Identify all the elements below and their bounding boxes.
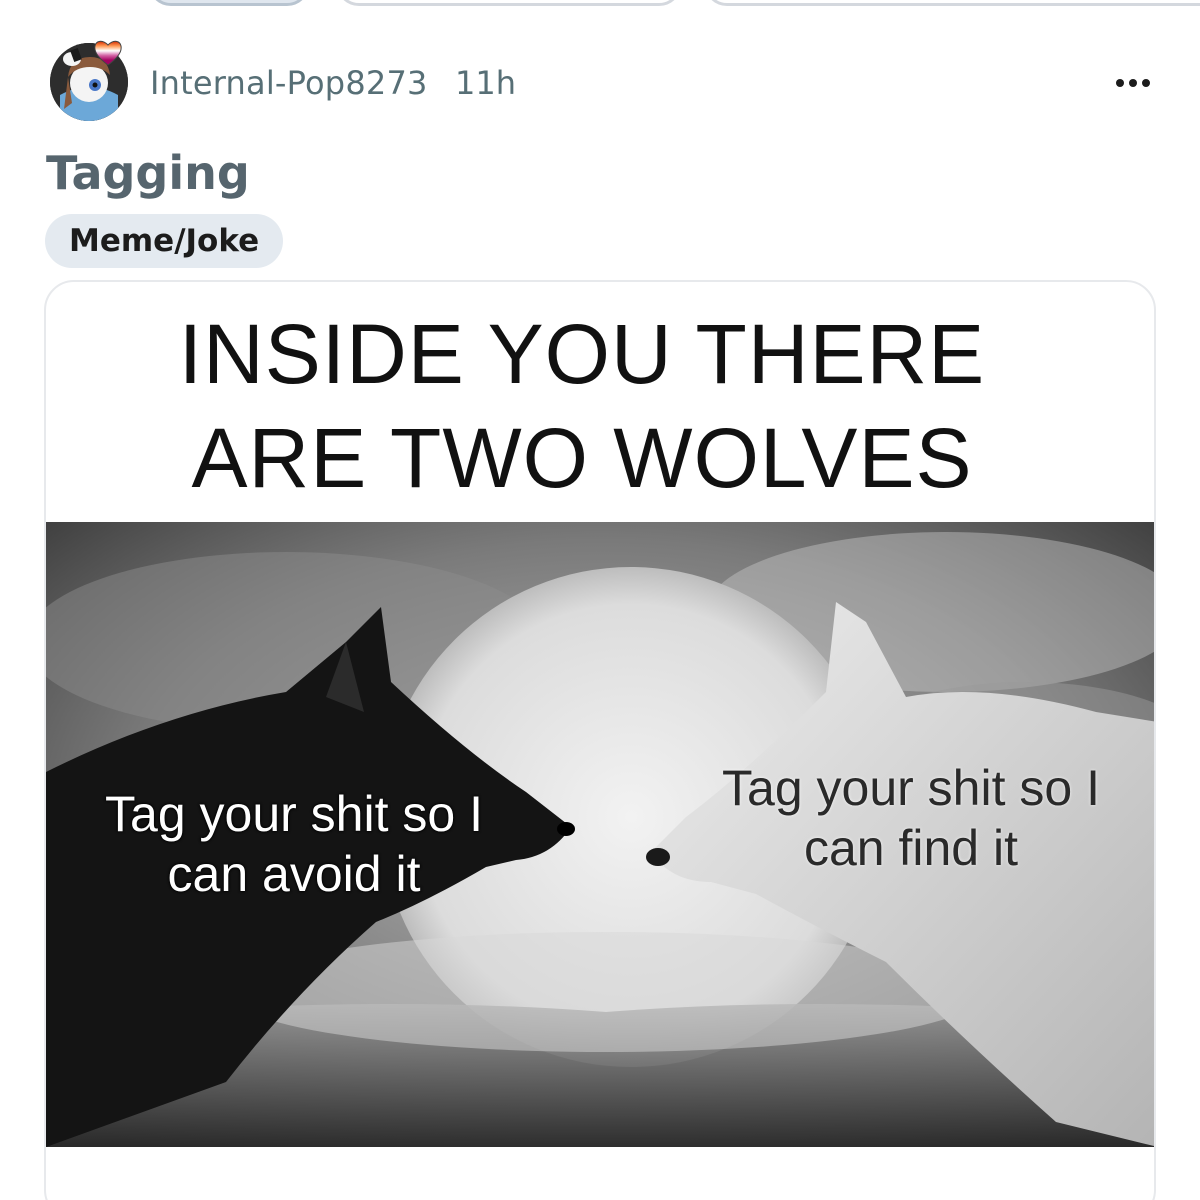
more-horizontal-icon [1116, 79, 1124, 87]
more-horizontal-icon [1142, 79, 1150, 87]
meme-caption-line: ARE TWO WOLVES [191, 411, 973, 505]
top-tab-pill[interactable] [704, 0, 1200, 6]
pride-heart-icon [94, 40, 122, 66]
post-screen: Internal-Pop8273 11h Tagging Meme/Joke I… [0, 0, 1200, 1200]
top-tab-pill[interactable] [336, 0, 682, 6]
post-flair[interactable]: Meme/Joke [45, 214, 284, 268]
top-tab-pill[interactable] [148, 0, 310, 6]
post-image[interactable]: INSIDE YOU THERE ARE TWO WOLVES Tag your… [44, 280, 1156, 1200]
meme-caption: INSIDE YOU THERE ARE TWO WOLVES [46, 302, 1154, 510]
left-wolf-text: Tag your shit so I can avoid it [105, 786, 483, 902]
right-wolf-text: Tag your shit so I can find it [722, 760, 1100, 876]
more-horizontal-icon [1129, 79, 1137, 87]
more-options-button[interactable] [1110, 66, 1156, 100]
post-author[interactable]: Internal-Pop8273 [150, 64, 428, 102]
post-time: 11h [455, 64, 516, 102]
meme-caption-line: INSIDE YOU THERE [178, 307, 986, 401]
post-title[interactable]: Tagging [46, 146, 250, 200]
